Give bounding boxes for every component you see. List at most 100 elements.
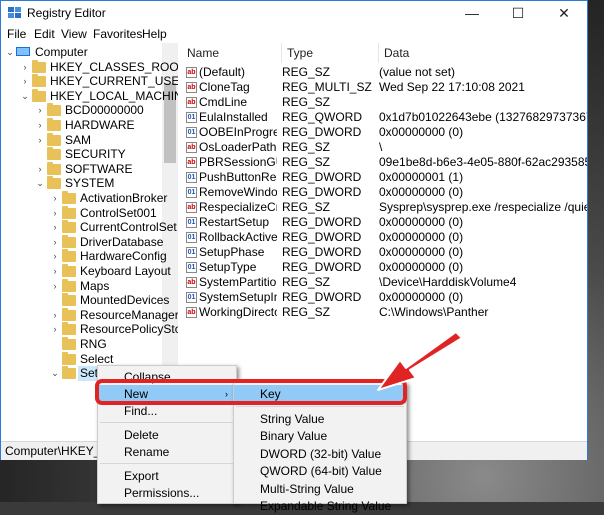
tree-node[interactable]: › ResourcePolicyStor bbox=[1, 322, 178, 337]
tree-node[interactable]: › HKEY_CLASSES_ROOT bbox=[1, 59, 178, 75]
value-row[interactable]: ab SystemPartition REG_SZ \Device\HarddiskV… bbox=[182, 275, 587, 290]
value-row[interactable]: ab OsLoaderPath REG_SZ \ bbox=[182, 140, 587, 155]
tree-node[interactable]: MountedDevices bbox=[1, 293, 169, 308]
chevron-right-icon[interactable]: › bbox=[50, 249, 60, 264]
chevron-right-icon[interactable]: › bbox=[20, 74, 30, 89]
value-row[interactable]: 01 RestartSetup REG_DWORD 0x00000000 (0) bbox=[182, 215, 587, 230]
chevron-right-icon[interactable]: › bbox=[50, 322, 60, 337]
menu-view[interactable]: View bbox=[61, 27, 87, 41]
tree-node-label: SYSTEM bbox=[65, 176, 115, 191]
string-value-icon: ab bbox=[186, 97, 197, 108]
tree-node[interactable]: › HARDWARE bbox=[1, 118, 162, 133]
tree-node[interactable]: › SAM bbox=[1, 132, 162, 148]
value-data: 09e1be8d-b6e3-4e05-880f-62ac29358558 bbox=[379, 155, 587, 169]
tree-node[interactable]: › Maps bbox=[1, 278, 162, 294]
tree-node[interactable]: ⌄ HKEY_LOCAL_MACHINE bbox=[1, 88, 178, 104]
value-row[interactable]: abRespecializeCm... REG_SZ Sysprep\sysprep… bbox=[182, 200, 587, 215]
tree-node[interactable]: › BCD00000000 bbox=[1, 103, 162, 118]
value-row[interactable]: 01RemoveWindow... REG_DWORD 0x00000000 (0) bbox=[182, 185, 587, 200]
chevron-right-icon[interactable]: › bbox=[50, 206, 60, 221]
minimize-button[interactable]: — bbox=[449, 1, 495, 25]
value-row[interactable]: ab (Default) REG_SZ (value not set) bbox=[182, 65, 587, 80]
menu-item-string-value[interactable]: String Value bbox=[234, 410, 406, 428]
tree-node[interactable]: › ControlSet001 bbox=[1, 205, 162, 221]
tree-node[interactable]: ⌄ Computer bbox=[1, 45, 162, 60]
column-header-type[interactable]: Type bbox=[282, 43, 379, 63]
chevron-right-icon[interactable]: › bbox=[50, 264, 60, 279]
chevron-right-icon[interactable]: › bbox=[35, 118, 45, 133]
folder-icon bbox=[62, 234, 76, 248]
value-row[interactable]: 01PushButtonReset REG_DWORD 0x00000001 (1) bbox=[182, 170, 587, 185]
tree-node[interactable]: › ResourceManager bbox=[1, 307, 178, 323]
value-name: RollbackActive bbox=[199, 230, 277, 244]
value-row[interactable]: abWorkingDirectory REG_SZ C:\Windows\Panth… bbox=[182, 305, 587, 320]
tree-node-label: RNG bbox=[80, 337, 107, 351]
folder-icon bbox=[47, 176, 61, 190]
folder-icon bbox=[47, 118, 61, 131]
menu-item-multi-string-value[interactable]: Multi-String Value bbox=[234, 480, 406, 498]
value-row[interactable]: ab CmdLine REG_SZ bbox=[182, 95, 587, 110]
menu-edit[interactable]: Edit bbox=[34, 27, 55, 41]
menu-item-binary-value[interactable]: Binary Value bbox=[234, 427, 406, 445]
menu-file[interactable]: File bbox=[7, 27, 26, 41]
menu-item-expandable-string-value[interactable]: Expandable String Value bbox=[234, 497, 406, 515]
value-data: \ bbox=[379, 140, 383, 154]
chevron-right-icon[interactable]: › bbox=[50, 191, 60, 206]
tree-node[interactable]: › Keyboard Layout bbox=[1, 264, 171, 279]
menu-item-rename[interactable]: Rename bbox=[98, 443, 236, 461]
binary-value-icon: 01 bbox=[186, 187, 197, 198]
menu-item-export[interactable]: Export bbox=[98, 467, 236, 485]
chevron-down-icon[interactable]: ⌄ bbox=[50, 366, 60, 381]
chevron-right-icon[interactable]: › bbox=[20, 60, 30, 75]
chevron-down-icon[interactable]: ⌄ bbox=[35, 176, 45, 191]
tree-node[interactable]: RNG bbox=[1, 337, 162, 352]
tree-node[interactable]: › SOFTWARE bbox=[1, 161, 162, 177]
chevron-down-icon[interactable]: ⌄ bbox=[5, 45, 15, 60]
tree-node[interactable]: ⌄ SYSTEM bbox=[1, 176, 162, 191]
chevron-right-icon[interactable]: › bbox=[50, 308, 60, 323]
chevron-right-icon[interactable]: › bbox=[35, 133, 45, 148]
tree-node[interactable]: › CurrentControlSet bbox=[1, 220, 177, 235]
value-row[interactable]: ab CloneTag REG_MULTI_SZ Wed Sep 22 17:10:0… bbox=[182, 80, 587, 95]
value-name: SetupType bbox=[199, 260, 257, 274]
menu-favorites[interactable]: Favorites bbox=[93, 27, 142, 41]
tree-node[interactable]: › HardwareConfig bbox=[1, 249, 167, 264]
value-row[interactable]: 01 SetupType REG_DWORD 0x00000000 (0) bbox=[182, 260, 587, 275]
string-value-icon: ab bbox=[186, 142, 197, 153]
value-name: SetupPhase bbox=[199, 245, 265, 259]
chevron-right-icon[interactable]: › bbox=[35, 162, 45, 177]
chevron-down-icon[interactable]: ⌄ bbox=[20, 89, 30, 104]
folder-icon bbox=[62, 278, 76, 292]
folder-icon bbox=[47, 132, 61, 146]
chevron-right-icon[interactable]: › bbox=[50, 220, 60, 235]
value-type: REG_SZ bbox=[282, 65, 331, 79]
chevron-right-icon[interactable]: › bbox=[50, 235, 60, 250]
chevron-right-icon[interactable]: › bbox=[50, 279, 60, 294]
tree-node[interactable]: › HKEY_CURRENT_USER bbox=[1, 74, 178, 89]
title-bar[interactable]: Registry Editor — ☐ ✕ bbox=[1, 1, 587, 25]
tree-node[interactable]: › ActivationBroker bbox=[1, 191, 167, 206]
value-row[interactable]: 01OOBEInProgress REG_DWORD 0x00000000 (0) bbox=[182, 125, 587, 140]
value-data: \Device\HarddiskVolume4 bbox=[379, 275, 517, 289]
column-header-name[interactable]: Name bbox=[182, 43, 282, 63]
chevron-right-icon[interactable]: › bbox=[35, 103, 45, 118]
tree-node[interactable]: › DriverDatabase bbox=[1, 234, 163, 250]
column-header-data[interactable]: Data bbox=[379, 43, 587, 63]
menu-help[interactable]: Help bbox=[142, 27, 167, 41]
value-row[interactable]: 01 EulaInstalled REG_QWORD 0x1d7b01022643eb… bbox=[182, 110, 587, 125]
value-row[interactable]: abPBRSessionGUID REG_SZ 09e1be8d-b6e3-4e05… bbox=[182, 155, 587, 170]
menu-item-permissions[interactable]: Permissions... bbox=[98, 484, 236, 502]
value-row[interactable]: 01 RollbackActive REG_DWORD 0x00000000 (0) bbox=[182, 230, 587, 245]
value-row[interactable]: 01SystemSetupInP... REG_DWORD 0x00000000 (… bbox=[182, 290, 587, 305]
value-type: REG_SZ bbox=[282, 275, 331, 289]
value-data: C:\Windows\Panther bbox=[379, 305, 489, 319]
maximize-button[interactable]: ☐ bbox=[495, 1, 541, 25]
menu-item-dword-32-bit-value[interactable]: DWORD (32-bit) Value bbox=[234, 445, 406, 463]
tree-node[interactable]: SECURITY bbox=[1, 147, 162, 162]
value-row[interactable]: 01 SetupPhase REG_DWORD 0x00000000 (0) bbox=[182, 245, 587, 260]
value-type: REG_DWORD bbox=[282, 245, 362, 259]
value-name: RespecializeCm... bbox=[199, 200, 277, 214]
menu-item-qword-64-bit-value[interactable]: QWORD (64-bit) Value bbox=[234, 462, 406, 480]
close-button[interactable]: ✕ bbox=[541, 1, 587, 25]
menu-item-delete[interactable]: Delete bbox=[98, 426, 236, 444]
